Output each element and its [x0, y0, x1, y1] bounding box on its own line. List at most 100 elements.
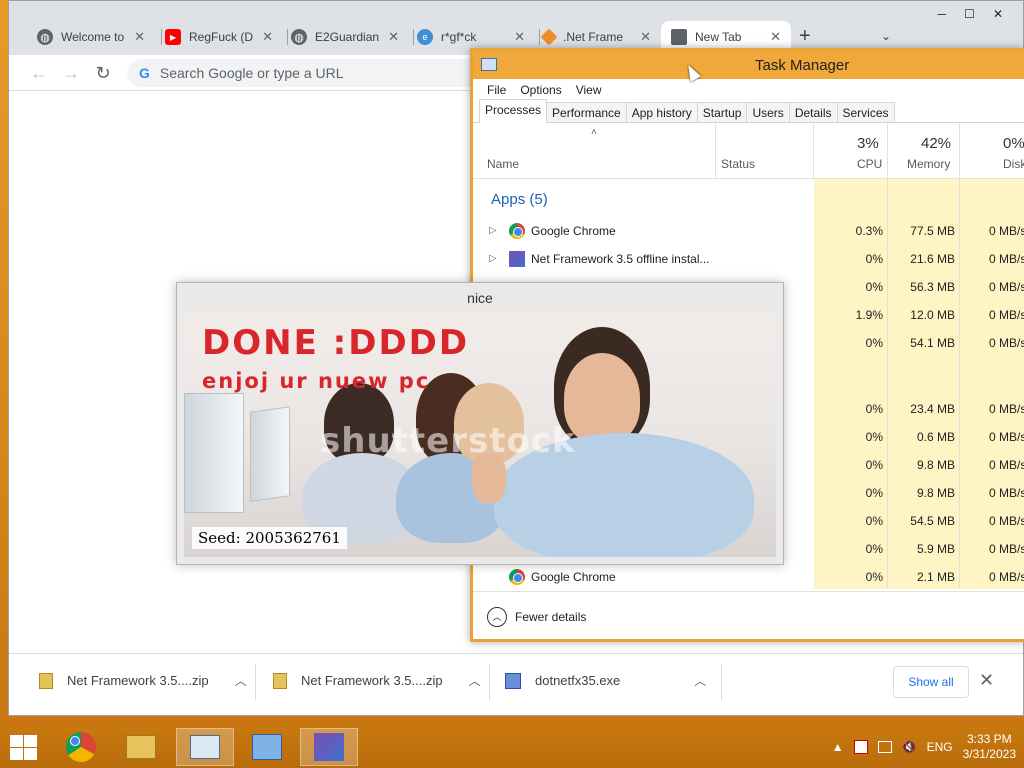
- tab-startup[interactable]: Startup: [696, 102, 748, 122]
- close-icon[interactable]: ✕: [262, 29, 273, 45]
- chevron-up-icon[interactable]: ︿: [694, 672, 706, 689]
- cpu-cell: 0%: [865, 336, 883, 350]
- col-name[interactable]: Name: [487, 157, 519, 171]
- chrome-icon: [66, 732, 96, 762]
- download-item[interactable]: Net Framework 3.5....zip ︿: [273, 672, 481, 689]
- disk-percent: 0%: [1003, 135, 1024, 152]
- tab-search-chevron-icon[interactable]: ⌄: [881, 29, 891, 43]
- tab-label: E2Guardian: [315, 30, 380, 44]
- back-arrow-icon[interactable]: ←: [27, 61, 51, 85]
- globe-icon: ◍: [291, 29, 307, 45]
- cpu-percent: 3%: [857, 135, 879, 152]
- memory-cell: 23.4 MB: [910, 402, 955, 416]
- col-status[interactable]: Status: [721, 157, 755, 171]
- title-bar[interactable]: Task Manager: [473, 51, 1024, 79]
- clock[interactable]: 3:33 PM 3/31/2023: [963, 732, 1016, 762]
- table-row[interactable]: Google Chrome 0% 2.1 MB 0 MB/s: [473, 563, 1024, 589]
- tab-regfuck[interactable]: ▶ RegFuck (D ✕: [155, 21, 283, 53]
- memory-cell: 9.8 MB: [916, 486, 955, 500]
- monitor-shape: [184, 393, 244, 513]
- tab-strip: ◍ Welcome to ✕ ▶ RegFuck (D ✕ ◍ E2Guardi…: [9, 1, 1023, 55]
- close-icon[interactable]: ✕: [979, 670, 994, 691]
- chevron-up-icon[interactable]: ︿: [235, 672, 247, 689]
- memory-cell: 0.6 MB: [916, 430, 955, 444]
- net-installer-icon: [314, 733, 344, 761]
- menu-options[interactable]: Options: [520, 83, 561, 97]
- taskbar-chrome[interactable]: [52, 728, 110, 766]
- cpu-cell: 0%: [865, 570, 883, 584]
- tab-label: New Tab: [695, 30, 742, 44]
- tab-processes[interactable]: Processes: [479, 99, 548, 123]
- expand-arrow-icon[interactable]: ▷: [489, 225, 497, 236]
- close-icon[interactable]: ✕: [134, 29, 145, 45]
- zip-file-icon: [273, 672, 287, 689]
- taskbar-control-panel[interactable]: [238, 728, 296, 766]
- volume-muted-icon[interactable]: 🔇: [902, 740, 917, 754]
- tab-welcome[interactable]: ◍ Welcome to ✕: [27, 21, 155, 53]
- process-name: Net Framework 3.5 offline instal...: [531, 252, 710, 266]
- forward-arrow-icon[interactable]: →: [59, 61, 83, 85]
- taskbar-explorer[interactable]: [112, 728, 170, 766]
- nice-window: nice DONE :DDDD enjoj ur nuew pc shutter…: [176, 282, 784, 565]
- tray-chevron-up-icon[interactable]: ▲: [832, 740, 844, 754]
- disk-cell: 0 MB/s: [989, 514, 1024, 528]
- col-memory[interactable]: Memory: [907, 157, 950, 171]
- taskbar-task-manager[interactable]: [176, 728, 234, 766]
- minimize-icon[interactable]: ─: [938, 7, 947, 21]
- fewer-details-link[interactable]: Fewer details: [515, 610, 586, 624]
- reload-icon[interactable]: ↻: [91, 61, 115, 85]
- done-text: DONE :DDDD: [202, 323, 470, 363]
- menu-view[interactable]: View: [576, 83, 602, 97]
- youtube-icon: ▶: [165, 29, 181, 45]
- process-name: Google Chrome: [531, 224, 616, 238]
- language-indicator[interactable]: ENG: [927, 740, 953, 754]
- group-header-apps: Apps (5): [491, 191, 548, 208]
- close-icon[interactable]: ✕: [770, 29, 781, 45]
- download-item[interactable]: dotnetfx35.exe ︿: [505, 672, 706, 689]
- tab-services[interactable]: Services: [836, 102, 895, 122]
- sort-caret-icon: ˄: [591, 127, 597, 138]
- col-cpu[interactable]: CPU: [857, 157, 882, 171]
- menu-bar: File Options View: [473, 79, 1024, 101]
- tab-users[interactable]: Users: [746, 102, 790, 122]
- maximize-icon[interactable]: ☐: [964, 7, 975, 21]
- disk-cell: 0 MB/s: [989, 542, 1024, 556]
- show-all-button[interactable]: Show all: [893, 666, 969, 698]
- tab-e2guardian[interactable]: ◍ E2Guardian ✕: [281, 21, 409, 53]
- column-divider: [959, 123, 960, 179]
- memory-cell: 77.5 MB: [910, 224, 955, 238]
- action-center-flag-icon[interactable]: [853, 740, 868, 754]
- edge-icon: e: [417, 29, 433, 45]
- disk-cell: 0 MB/s: [989, 458, 1024, 472]
- close-icon[interactable]: ✕: [514, 29, 525, 45]
- tab-details[interactable]: Details: [788, 102, 838, 122]
- disk-cell: 0 MB/s: [989, 430, 1024, 444]
- window-title[interactable]: nice: [177, 283, 783, 313]
- downloads-bar: Net Framework 3.5....zip ︿ Net Framework…: [9, 653, 1023, 713]
- col-disk[interactable]: Disk: [1003, 157, 1024, 171]
- tab-app-history[interactable]: App history: [625, 102, 698, 122]
- expand-arrow-icon[interactable]: ▷: [489, 253, 497, 264]
- column-divider: [715, 123, 716, 179]
- chevron-up-icon[interactable]: ︿: [469, 672, 481, 689]
- network-icon[interactable]: [877, 741, 892, 753]
- taskbar-net-installer[interactable]: [300, 728, 358, 766]
- menu-file[interactable]: File: [487, 83, 506, 97]
- download-item[interactable]: Net Framework 3.5....zip ︿: [39, 672, 247, 689]
- download-divider: [489, 664, 490, 700]
- zip-file-icon: [39, 672, 53, 689]
- close-icon[interactable]: ✕: [640, 29, 651, 45]
- new-tab-button[interactable]: +: [799, 25, 811, 48]
- table-row[interactable]: ▷ Net Framework 3.5 offline instal... 0% 21…: [473, 245, 1024, 273]
- process-name: Google Chrome: [531, 570, 616, 584]
- close-icon[interactable]: ✕: [388, 29, 399, 45]
- windows-start-button[interactable]: [8, 734, 38, 760]
- close-window-icon[interactable]: ✕: [993, 7, 1003, 21]
- google-g-icon: G: [139, 65, 150, 81]
- chevron-up-icon[interactable]: ︿: [487, 606, 507, 627]
- tab-performance[interactable]: Performance: [546, 102, 627, 122]
- taskbar: ▲ 🔇 ENG 3:33 PM 3/31/2023: [0, 726, 1024, 768]
- memory-cell: 21.6 MB: [910, 252, 955, 266]
- table-row[interactable]: ▷ Google Chrome 0.3% 77.5 MB 0 MB/s: [473, 217, 1024, 245]
- disk-cell: 0 MB/s: [989, 224, 1024, 238]
